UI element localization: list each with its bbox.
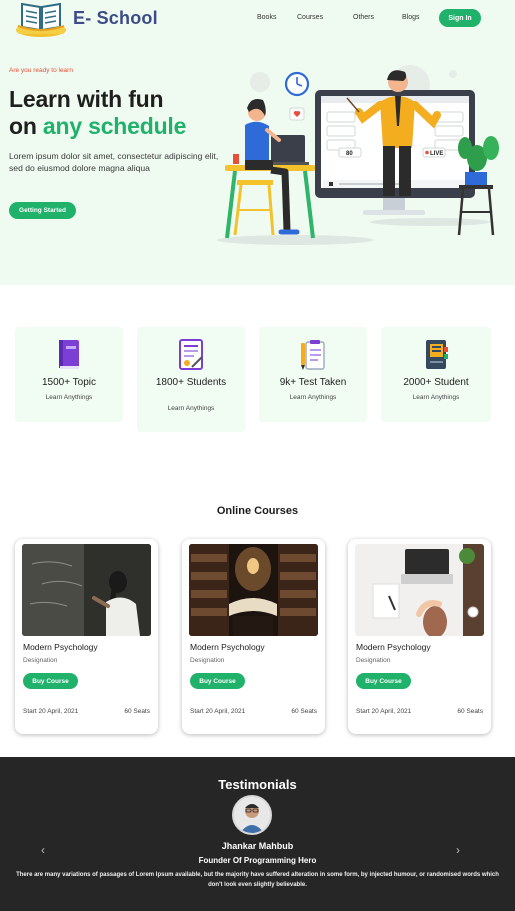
course-name: Modern Psychology xyxy=(356,642,431,652)
course-image-library xyxy=(189,544,318,636)
testimonial-name: Jhankar Mahbub xyxy=(221,841,294,851)
avatar xyxy=(232,795,272,835)
course-image-blackboard xyxy=(22,544,151,636)
hero-eyebrow: Are you ready to learn xyxy=(9,67,73,74)
stat-title: 1500+ Topic xyxy=(41,377,97,388)
course-designation: Designation xyxy=(190,657,225,664)
hero-headline: Learn with fun on any schedule xyxy=(9,86,186,140)
heart-bubble-icon xyxy=(289,107,305,121)
buy-course-button[interactable]: Buy Course xyxy=(356,673,411,689)
hero-description: Lorem ipsum dolor sit amet, consectetur … xyxy=(9,151,219,173)
course-name: Modern Psychology xyxy=(23,642,98,652)
certificate-icon xyxy=(179,339,203,370)
course-start-date: Start 20 April, 2021 xyxy=(190,708,246,715)
course-designation: Designation xyxy=(23,657,58,664)
stat-card-student: 2000+ Student Learn Anythings xyxy=(381,327,491,422)
course-seats: 60 Seats xyxy=(291,708,317,715)
course-start-date: Start 20 April, 2021 xyxy=(356,708,412,715)
headline-accent: any schedule xyxy=(42,113,187,139)
notebook-icon xyxy=(426,340,448,369)
viewer-count: 80 xyxy=(346,151,353,157)
testimonial-quote: There are many variations of passages of… xyxy=(16,872,499,888)
course-seats: 60 Seats xyxy=(124,708,150,715)
nav-courses[interactable]: Courses xyxy=(297,14,323,21)
buy-course-button[interactable]: Buy Course xyxy=(190,673,245,689)
stat-title: 2000+ Student xyxy=(403,377,469,388)
course-start-date: Start 20 April, 2021 xyxy=(23,708,79,715)
buy-course-button[interactable]: Buy Course xyxy=(23,673,78,689)
headline-prefix: on xyxy=(9,113,43,139)
person-photo-icon xyxy=(234,797,270,833)
sign-in-button[interactable]: Sign In xyxy=(439,9,481,27)
book-icon xyxy=(59,340,79,369)
online-courses-heading: Online Courses xyxy=(216,505,299,517)
course-name: Modern Psychology xyxy=(190,642,265,652)
stat-card-tests: 9k+ Test Taken Learn Anythings xyxy=(259,327,367,422)
stat-title: 9k+ Test Taken xyxy=(279,377,347,388)
course-card[interactable]: Modern Psychology Designation Buy Course… xyxy=(182,539,325,734)
stat-card-students: 1800+ Students Learn Anythings xyxy=(137,327,245,432)
logo-book-icon[interactable] xyxy=(14,0,68,40)
testimonials-section: Testimonials ‹ › Jhankar Mahbub Founder … xyxy=(0,757,515,911)
hero-section: E- School Books Courses Others Blogs Sig… xyxy=(0,0,515,285)
nav-books[interactable]: Books xyxy=(257,14,276,21)
nav-blogs[interactable]: Blogs xyxy=(402,14,420,21)
live-badge: LIVE xyxy=(430,151,443,157)
stat-subtitle: Learn Anythings xyxy=(412,394,460,401)
clock-icon xyxy=(284,71,310,97)
testimonial-role: Founder Of Programming Hero xyxy=(198,856,317,865)
nav-others[interactable]: Others xyxy=(353,14,374,21)
course-card[interactable]: Modern Psychology Designation Buy Course… xyxy=(15,539,158,734)
course-card[interactable]: Modern Psychology Designation Buy Course… xyxy=(348,539,491,734)
clipboard-pen-icon xyxy=(301,340,325,370)
stat-subtitle: Learn Anythings xyxy=(45,394,93,401)
stat-subtitle: Learn Anythings xyxy=(289,394,337,401)
headline-line-1: Learn with fun xyxy=(9,86,164,112)
testimonials-heading: Testimonials xyxy=(218,777,297,792)
stat-card-topics: 1500+ Topic Learn Anythings xyxy=(15,327,123,422)
course-seats: 60 Seats xyxy=(457,708,483,715)
stat-subtitle: Learn Anythings xyxy=(167,405,215,412)
course-designation: Designation xyxy=(356,657,391,664)
brand-name[interactable]: E- School xyxy=(73,8,158,29)
course-image-desk xyxy=(355,544,484,636)
getting-started-button[interactable]: Getting Started xyxy=(9,202,76,219)
hero-illustration: 80 LIVE xyxy=(217,65,499,245)
stat-title: 1800+ Students xyxy=(155,377,227,388)
